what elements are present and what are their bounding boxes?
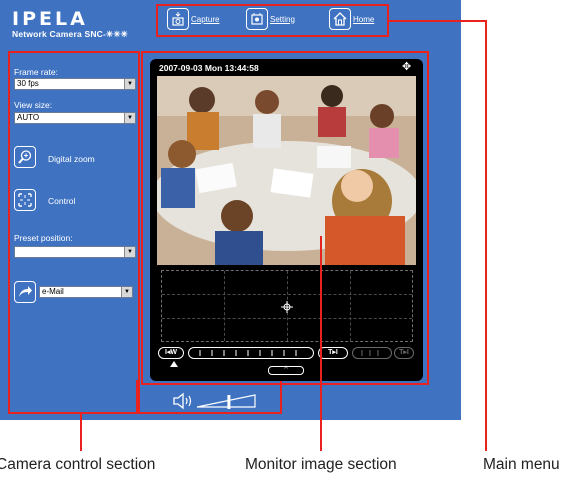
send-method-value: e-Mail bbox=[42, 287, 64, 296]
callout-line-monitor-image bbox=[320, 236, 322, 451]
zoom-slider[interactable] bbox=[188, 347, 314, 359]
caption-main-menu: Main menu bbox=[483, 456, 560, 473]
digital-zoom-label: Digital zoom bbox=[48, 154, 95, 164]
frame-rate-select[interactable]: 30 fps ▼ bbox=[14, 78, 136, 90]
home-icon bbox=[329, 8, 351, 30]
callout-line-main-menu-vertical bbox=[485, 20, 487, 451]
callout-line-camera-control bbox=[80, 414, 82, 451]
volume-control[interactable] bbox=[173, 391, 258, 416]
screen: IPELA Network Camera SNC-✳✳✳ Capture Set… bbox=[0, 0, 581, 483]
setting-menu-item[interactable]: Setting bbox=[246, 8, 295, 30]
preset-position-select[interactable]: ▼ bbox=[14, 246, 136, 258]
preset-position-label: Preset position: bbox=[14, 233, 73, 243]
camera-image[interactable] bbox=[157, 76, 416, 265]
move-icon: ✥ bbox=[402, 61, 412, 73]
control-label: Control bbox=[48, 196, 76, 206]
pan-tilt-grid[interactable] bbox=[161, 270, 413, 342]
camera-model: Network Camera SNC-✳✳✳ bbox=[12, 29, 128, 39]
caption-camera-control: Camera control section bbox=[0, 456, 156, 473]
digital-zoom-button[interactable] bbox=[14, 146, 36, 168]
caption-monitor-image: Monitor image section bbox=[245, 456, 397, 473]
crosshair-icon bbox=[281, 301, 293, 313]
capture-label: Capture bbox=[191, 14, 220, 24]
wide-button[interactable]: I◂W bbox=[158, 347, 184, 359]
pan-tilt-icon bbox=[18, 193, 32, 207]
digital-tele-button[interactable]: T▸I bbox=[394, 347, 414, 359]
chevron-down-icon: ▼ bbox=[124, 79, 135, 89]
frame-rate-value: 30 fps bbox=[17, 79, 39, 88]
send-button[interactable] bbox=[14, 281, 36, 303]
control-button[interactable] bbox=[14, 189, 36, 211]
view-size-select[interactable]: AUTO ▼ bbox=[14, 112, 136, 124]
chevron-down-icon: ▼ bbox=[124, 113, 135, 123]
camera-icon bbox=[167, 8, 189, 30]
view-size-value: AUTO bbox=[17, 113, 40, 122]
tele-button[interactable]: T▸I bbox=[318, 347, 348, 359]
view-size-label: View size: bbox=[14, 100, 53, 110]
speaker-icon bbox=[173, 392, 192, 410]
chevron-down-icon: ▼ bbox=[121, 287, 132, 297]
settings-icon bbox=[246, 8, 268, 30]
zoom-position-marker bbox=[170, 361, 178, 367]
frame-rate-label: Frame rate: bbox=[14, 67, 58, 77]
send-arrow-icon bbox=[19, 286, 32, 297]
capture-menu-item[interactable]: Capture bbox=[167, 8, 219, 30]
send-method-select[interactable]: e-Mail ▼ bbox=[39, 286, 133, 298]
volume-slider-thumb[interactable] bbox=[227, 395, 231, 409]
home-menu-item[interactable]: Home bbox=[329, 8, 374, 30]
timestamp: 2007-09-03 Mon 13:44:58 bbox=[159, 63, 259, 73]
callout-line-main-menu-horizontal bbox=[389, 20, 487, 22]
home-label: Home bbox=[353, 14, 375, 24]
digital-zoom-slider[interactable] bbox=[352, 347, 392, 359]
setting-label: Setting bbox=[270, 14, 295, 24]
collapse-button[interactable]: ^ bbox=[268, 366, 304, 375]
zoom-bar: I◂W T▸I T▸I bbox=[158, 347, 416, 359]
magnifier-icon bbox=[18, 150, 32, 164]
chevron-down-icon: ▼ bbox=[124, 247, 135, 257]
ipela-logo: IPELA bbox=[12, 8, 88, 30]
